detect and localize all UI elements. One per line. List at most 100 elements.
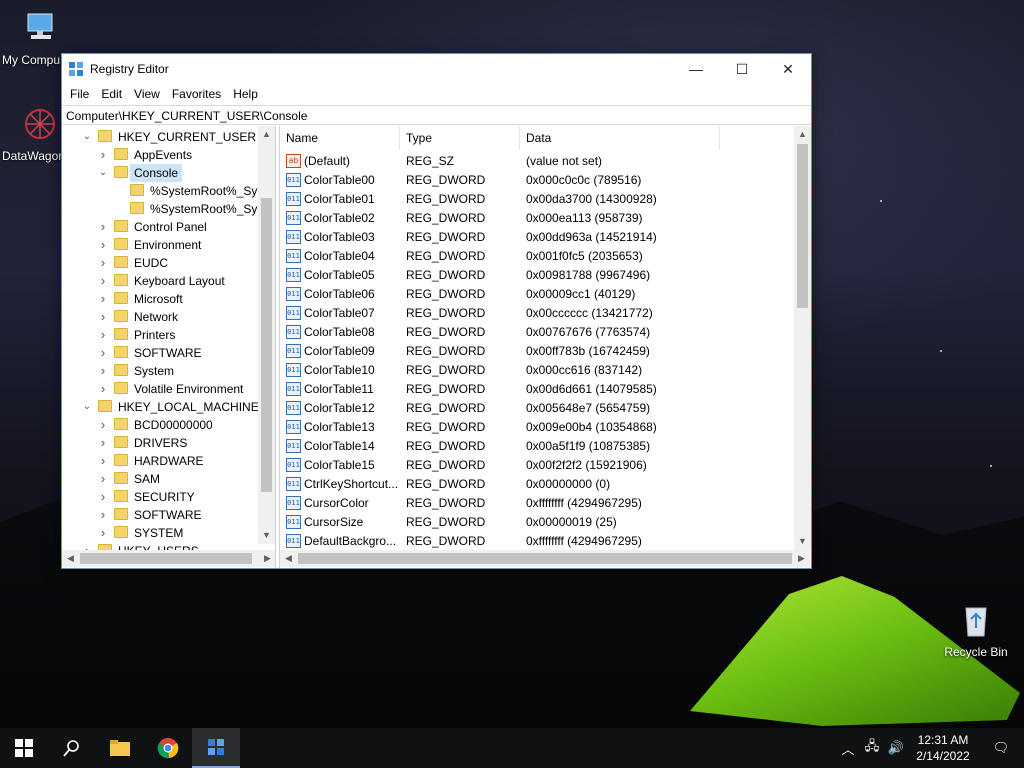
show-hidden-icons-icon[interactable]: ︿	[836, 739, 860, 758]
title-bar[interactable]: Registry Editor — ☐ ✕	[62, 54, 811, 84]
chevron-right-icon[interactable]: ›	[98, 146, 108, 164]
tree-node[interactable]: › AppEvents	[62, 146, 258, 164]
address-bar[interactable]: Computer\HKEY_CURRENT_USER\Console	[62, 105, 811, 125]
chevron-right-icon[interactable]: ›	[98, 416, 108, 434]
chevron-right-icon[interactable]: ›	[98, 218, 108, 236]
registry-value-row[interactable]: 011 ColorTable11 REG_DWORD 0x00d6d661 (1407…	[280, 380, 800, 399]
start-button[interactable]	[0, 728, 48, 768]
scroll-right-arrow-icon[interactable]: ▶	[259, 550, 275, 567]
action-center-icon[interactable]: 🗨	[978, 740, 1024, 756]
tree-node[interactable]: › Printers	[62, 326, 258, 344]
volume-icon[interactable]: 🔊	[884, 740, 908, 756]
registry-value-row[interactable]: 011 ColorTable09 REG_DWORD 0x00ff783b (1674…	[280, 342, 800, 361]
chevron-down-icon[interactable]: ⌄	[82, 128, 92, 146]
scroll-up-arrow-icon[interactable]: ▲	[258, 126, 275, 143]
chevron-right-icon[interactable]: ›	[98, 290, 108, 308]
scroll-right-arrow-icon[interactable]: ▶	[793, 550, 810, 567]
registry-value-row[interactable]: 011 CursorColor REG_DWORD 0xffffffff (42949…	[280, 494, 800, 513]
values-list-pane[interactable]: Name Type Data ▲ ▼ ◀ ▶ ab (Default) REG_SZ…	[279, 126, 811, 568]
tree-node[interactable]: › Volatile Environment	[62, 380, 258, 398]
scroll-thumb[interactable]	[80, 553, 252, 564]
column-header-type[interactable]: Type	[400, 126, 520, 150]
tree-vertical-scrollbar[interactable]: ▲ ▼	[258, 126, 275, 544]
chevron-right-icon[interactable]: ›	[98, 344, 108, 362]
chevron-down-icon[interactable]: ⌄	[82, 398, 92, 416]
tree-node[interactable]: ⌄ Console	[62, 164, 258, 182]
tree-node[interactable]: › Control Panel	[62, 218, 258, 236]
tree-node[interactable]: › SYSTEM	[62, 524, 258, 542]
registry-value-row[interactable]: 011 ColorTable15 REG_DWORD 0x00f2f2f2 (1592…	[280, 456, 800, 475]
tree-horizontal-scrollbar[interactable]: ◀ ▶	[62, 550, 275, 567]
tree-node[interactable]: › System	[62, 362, 258, 380]
registry-value-row[interactable]: 011 ColorTable03 REG_DWORD 0x00dd963a (1452…	[280, 228, 800, 247]
tree-node[interactable]: › SECURITY	[62, 488, 258, 506]
registry-value-row[interactable]: 011 ColorTable06 REG_DWORD 0x00009cc1 (4012…	[280, 285, 800, 304]
list-horizontal-scrollbar[interactable]: ◀ ▶	[280, 550, 810, 567]
tree-node[interactable]: ⌄ HKEY_CURRENT_USER	[62, 128, 258, 146]
chevron-right-icon[interactable]: ›	[98, 236, 108, 254]
tree-node[interactable]: › HARDWARE	[62, 452, 258, 470]
chevron-right-icon[interactable]: ›	[98, 524, 108, 542]
registry-editor-button[interactable]	[192, 728, 240, 768]
registry-value-row[interactable]: 011 ColorTable08 REG_DWORD 0x00767676 (7763…	[280, 323, 800, 342]
chevron-right-icon[interactable]: ›	[98, 272, 108, 290]
scroll-left-arrow-icon[interactable]: ◀	[62, 550, 79, 567]
scroll-thumb[interactable]	[298, 553, 792, 564]
scroll-thumb[interactable]	[261, 198, 272, 492]
registry-value-row[interactable]: 011 ColorTable02 REG_DWORD 0x000ea113 (9587…	[280, 209, 800, 228]
registry-value-row[interactable]: 011 ColorTable10 REG_DWORD 0x000cc616 (8371…	[280, 361, 800, 380]
registry-value-row[interactable]: 011 DefaultBackgro... REG_DWORD 0xffffffff …	[280, 532, 800, 551]
registry-value-row[interactable]: 011 ColorTable04 REG_DWORD 0x001f0fc5 (2035…	[280, 247, 800, 266]
tree-node[interactable]: › BCD00000000	[62, 416, 258, 434]
registry-value-row[interactable]: 011 ColorTable14 REG_DWORD 0x00a5f1f9 (1087…	[280, 437, 800, 456]
registry-value-row[interactable]: ab (Default) REG_SZ (value not set)	[280, 152, 800, 171]
search-button[interactable]	[48, 728, 96, 768]
tree-node[interactable]: › SAM	[62, 470, 258, 488]
scroll-up-arrow-icon[interactable]: ▲	[794, 126, 811, 143]
minimize-button[interactable]: —	[673, 54, 719, 84]
tree-node[interactable]: %SystemRoot%_Syst	[62, 182, 267, 200]
tree-node[interactable]: ⌄ HKEY_LOCAL_MACHINE	[62, 398, 259, 416]
registry-value-row[interactable]: 011 ColorTable01 REG_DWORD 0x00da3700 (1430…	[280, 190, 800, 209]
chevron-down-icon[interactable]: ⌄	[98, 164, 108, 182]
chrome-button[interactable]	[144, 728, 192, 768]
chevron-right-icon[interactable]: ›	[98, 362, 108, 380]
chevron-right-icon[interactable]: ›	[98, 326, 108, 344]
registry-value-row[interactable]: 011 ColorTable00 REG_DWORD 0x000c0c0c (7895…	[280, 171, 800, 190]
registry-value-row[interactable]: 011 ColorTable07 REG_DWORD 0x00cccccc (1342…	[280, 304, 800, 323]
chevron-right-icon[interactable]: ›	[98, 308, 108, 326]
column-header-name[interactable]: Name	[280, 126, 400, 150]
chevron-right-icon[interactable]: ›	[98, 380, 108, 398]
chevron-right-icon[interactable]: ›	[98, 506, 108, 524]
chevron-right-icon[interactable]: ›	[98, 488, 108, 506]
network-icon[interactable]: 🖧	[860, 737, 884, 759]
tree-node[interactable]: › EUDC	[62, 254, 258, 272]
tree-node[interactable]: %SystemRoot%_Sys\	[62, 200, 267, 218]
registry-value-row[interactable]: 011 ColorTable12 REG_DWORD 0x005648e7 (5654…	[280, 399, 800, 418]
registry-value-row[interactable]: 011 ColorTable13 REG_DWORD 0x009e00b4 (1035…	[280, 418, 800, 437]
menu-view[interactable]: View	[128, 84, 166, 104]
tree-node[interactable]: › Keyboard Layout	[62, 272, 258, 290]
chevron-right-icon[interactable]: ›	[98, 254, 108, 272]
menu-help[interactable]: Help	[227, 84, 264, 104]
key-tree-pane[interactable]: ›HKEY_USERS›SYSTEM›SOFTWARE›SECURITY›SAM…	[62, 126, 276, 568]
menu-favorites[interactable]: Favorites	[166, 84, 227, 104]
close-button[interactable]: ✕	[765, 54, 811, 84]
column-header-data[interactable]: Data	[520, 126, 720, 150]
tree-node[interactable]: › SOFTWARE	[62, 506, 258, 524]
tree-node[interactable]: › Environment	[62, 236, 258, 254]
tree-node[interactable]: › Microsoft	[62, 290, 258, 308]
tree-node[interactable]: › Network	[62, 308, 258, 326]
maximize-button[interactable]: ☐	[719, 54, 765, 84]
registry-value-row[interactable]: 011 ColorTable05 REG_DWORD 0x00981788 (9967…	[280, 266, 800, 285]
menu-edit[interactable]: Edit	[95, 84, 128, 104]
tree-node[interactable]: › DRIVERS	[62, 434, 258, 452]
scroll-left-arrow-icon[interactable]: ◀	[280, 550, 297, 567]
menu-file[interactable]: File	[64, 84, 95, 104]
registry-value-row[interactable]: 011 CtrlKeyShortcut... REG_DWORD 0x00000000…	[280, 475, 800, 494]
chevron-right-icon[interactable]: ›	[98, 470, 108, 488]
desktop-icon-recycle-bin[interactable]: Recycle Bin	[936, 602, 1016, 659]
registry-value-row[interactable]: 011 CursorSize REG_DWORD 0x00000019 (25)	[280, 513, 800, 532]
tree-node[interactable]: › SOFTWARE	[62, 344, 258, 362]
scroll-down-arrow-icon[interactable]: ▼	[258, 527, 275, 544]
